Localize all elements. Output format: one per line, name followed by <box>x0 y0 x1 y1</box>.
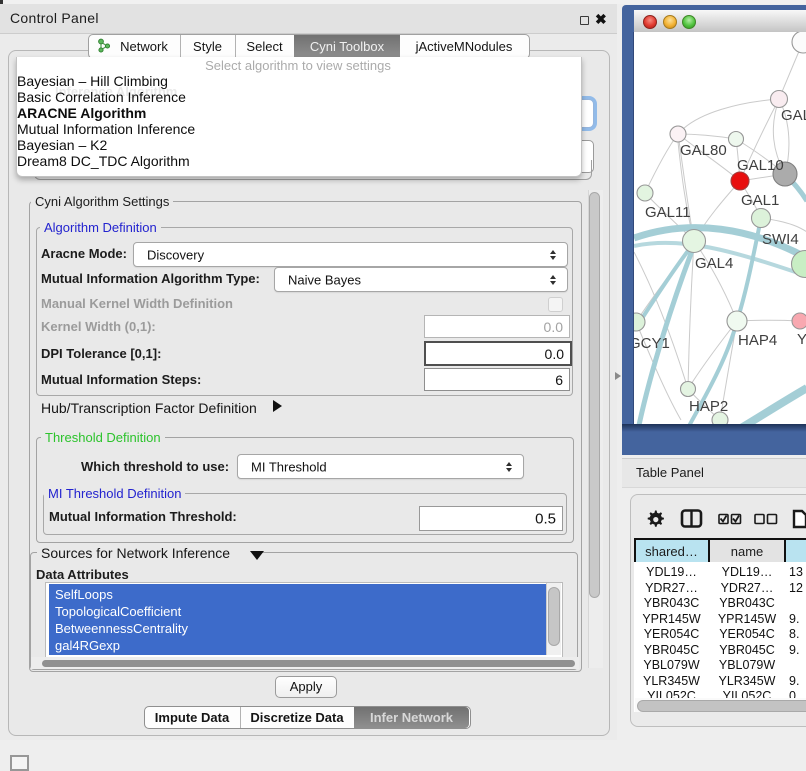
svg-text:HAP4: HAP4 <box>738 332 777 349</box>
svg-text:SWI4: SWI4 <box>762 231 799 248</box>
svg-text:HAP2: HAP2 <box>689 398 728 415</box>
svg-text:GAL: GAL <box>781 107 806 124</box>
svg-text:GAL11: GAL11 <box>645 204 691 221</box>
svg-text:GAL4: GAL4 <box>695 255 733 272</box>
svg-text:GAL80: GAL80 <box>680 142 727 159</box>
svg-text:YJ: YJ <box>797 331 806 348</box>
svg-text:GCY1: GCY1 <box>633 335 670 352</box>
svg-text:GAL1: GAL1 <box>741 192 779 209</box>
svg-text:GAL10: GAL10 <box>737 157 784 174</box>
